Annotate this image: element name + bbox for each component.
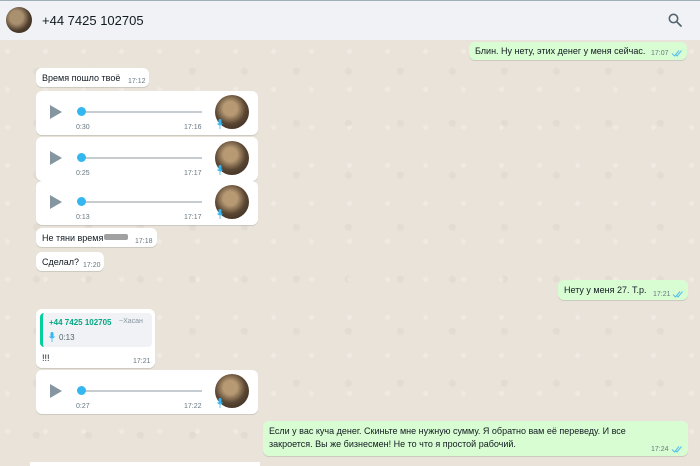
voice-message[interactable]: 0:30 17:16 (36, 91, 258, 135)
quoted-sender-alias: ~Хасан (119, 318, 143, 325)
blurred-emoji (104, 234, 128, 240)
audio-progress-knob[interactable] (77, 197, 86, 206)
audio-progress-track[interactable] (78, 390, 202, 392)
message-time: 17:20 (83, 262, 101, 269)
audio-progress-knob[interactable] (77, 386, 86, 395)
contact-avatar[interactable] (6, 7, 32, 33)
incoming-message[interactable]: Время пошло твоё 17:12 (36, 68, 149, 87)
play-icon[interactable] (50, 105, 62, 119)
message-text: Время пошло твоё (42, 73, 121, 83)
next-message-edge (30, 462, 260, 466)
voice-message[interactable]: 0:25 17:17 (36, 137, 258, 181)
voice-message[interactable]: 0:27 17:22 (36, 370, 258, 414)
message-time: 17:07 (651, 50, 669, 57)
message-time: 17:16 (184, 124, 202, 131)
incoming-reply-message[interactable]: +44 7425 102705 ~Хасан 0:13 !!! 17:21 (36, 309, 155, 368)
voice-duration: 0:25 (76, 170, 90, 177)
microphone-icon (217, 165, 223, 175)
play-icon[interactable] (50, 151, 62, 165)
message-text: Нету у меня 27. Т.р. (564, 285, 647, 295)
quoted-voice-duration: 0:13 (59, 333, 75, 342)
message-text-line-1: Если у вас куча денег. Скиньте мне нужну… (269, 426, 626, 436)
message-time: 17:21 (133, 358, 151, 365)
message-time: 17:12 (128, 78, 146, 85)
message-time: 17:22 (184, 403, 202, 410)
quoted-message[interactable]: +44 7425 102705 ~Хасан 0:13 (40, 313, 152, 347)
voice-duration: 0:30 (76, 124, 90, 131)
contact-name[interactable]: +44 7425 102705 (42, 13, 144, 28)
audio-progress-track[interactable] (78, 201, 202, 203)
microphone-icon (217, 119, 223, 129)
search-icon[interactable] (668, 13, 682, 27)
message-time: 17:24 (651, 446, 669, 453)
message-text: Не тяни время (42, 233, 104, 243)
outgoing-message[interactable]: Если у вас куча денег. Скиньте мне нужну… (263, 421, 688, 456)
message-text-line-2: закроется. Вы же бизнесмен! Не то что я … (269, 439, 516, 449)
voice-message[interactable]: 0:13 17:17 (36, 181, 258, 225)
read-ticks-icon (671, 50, 682, 57)
read-ticks-icon (671, 446, 682, 453)
audio-progress-track[interactable] (78, 111, 202, 113)
outgoing-message[interactable]: Блин. Ну нету, этих денег у меня сейчас.… (469, 42, 687, 60)
message-text: Блин. Ну нету, этих денег у меня сейчас. (475, 46, 646, 56)
message-time: 17:17 (184, 170, 202, 177)
outgoing-message[interactable]: Нету у меня 27. Т.р. 17:21 (558, 280, 688, 300)
incoming-message[interactable]: Сделал? 17:20 (36, 252, 104, 271)
quoted-sender: +44 7425 102705 (49, 318, 112, 327)
voice-duration: 0:27 (76, 403, 90, 410)
microphone-icon (217, 398, 223, 408)
read-ticks-icon (672, 291, 683, 298)
play-icon[interactable] (50, 384, 62, 398)
chat-header: +44 7425 102705 (0, 0, 700, 40)
microphone-icon (217, 209, 223, 219)
message-text: !!! (42, 353, 50, 363)
audio-progress-track[interactable] (78, 157, 202, 159)
audio-progress-knob[interactable] (77, 107, 86, 116)
message-time: 17:18 (135, 238, 153, 245)
message-time: 17:21 (653, 291, 671, 298)
microphone-icon (49, 332, 55, 342)
audio-progress-knob[interactable] (77, 153, 86, 162)
play-icon[interactable] (50, 195, 62, 209)
message-time: 17:17 (184, 214, 202, 221)
message-text: Сделал? (42, 257, 79, 267)
voice-duration: 0:13 (76, 214, 90, 221)
incoming-message[interactable]: Не тяни время 17:18 (36, 228, 157, 247)
